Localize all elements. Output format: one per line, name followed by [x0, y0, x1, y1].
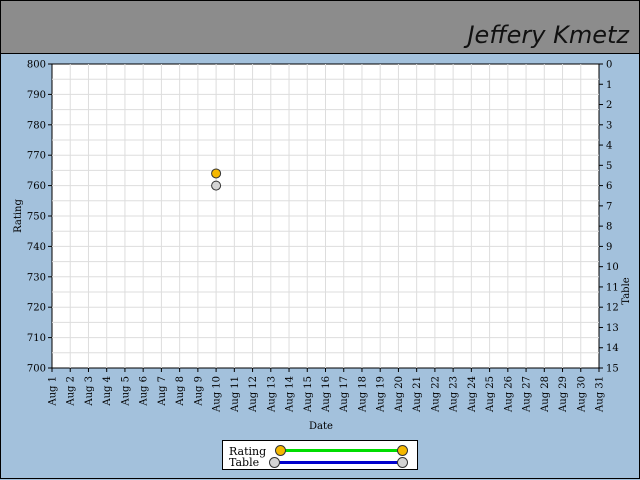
y-left-tick-label: 790 [27, 90, 46, 101]
y-right-tick-label: 9 [606, 242, 612, 253]
x-tick-label: Aug 15 [303, 376, 314, 413]
x-tick-label: Aug 18 [357, 376, 368, 413]
legend-line-table [273, 461, 405, 464]
x-tick-label: Aug 7 [157, 376, 168, 407]
x-tick-label: Aug 1 [48, 376, 59, 407]
x-tick-label: Aug 5 [120, 376, 131, 407]
y-right-tick-label: 11 [606, 282, 619, 293]
y-right-tick-label: 7 [606, 201, 612, 212]
x-tick-label: Aug 26 [503, 376, 514, 413]
y-left-tick-label: 800 [27, 60, 46, 71]
y-left-tick-label: 760 [27, 181, 46, 192]
player-name: Jeffery Kmetz [467, 21, 629, 49]
x-tick-label: Aug 12 [248, 376, 259, 413]
rating-chart: 800790780770760750740730720710700 012345… [13, 60, 632, 433]
x-tick-label: Aug 30 [576, 376, 587, 413]
y-right-axis-title: Table [621, 277, 632, 304]
x-tick-label: Aug 31 [595, 376, 606, 413]
x-axis-title: Date [309, 421, 333, 432]
grid-lines [52, 64, 599, 368]
y-left-axis-title: Rating [13, 199, 24, 233]
y-right-tick-label: 5 [606, 161, 612, 172]
y-left-tick-label: 710 [27, 333, 46, 344]
x-tick-label: Aug 4 [102, 376, 113, 407]
x-tick-label: Aug 27 [522, 376, 533, 413]
y-right-tick-label: 8 [606, 222, 612, 233]
x-tick-label: Aug 19 [376, 376, 387, 413]
legend-marker-rating [275, 445, 286, 456]
legend-marker-table [397, 457, 408, 468]
y-left-tick-label: 720 [27, 303, 46, 314]
y-left-tick-label: 700 [27, 364, 46, 375]
chart-frame: 800 790 780 770 760 750 740 730 720 710 700 012345… [0, 54, 640, 479]
x-tick-label: Aug 11 [230, 376, 241, 413]
right-axis: 0123456789101112131415 [599, 60, 619, 375]
x-tick-label: Aug 17 [339, 376, 350, 413]
legend-marker-table [269, 457, 280, 468]
x-tick-label: Aug 16 [321, 376, 332, 413]
legend-label-table: Table [229, 456, 260, 469]
y-left-tick-label: 750 [27, 212, 46, 223]
y-left-tick-label: 780 [27, 120, 46, 131]
left-axis: 800 790 780 770 760 750 740 730 720 710 700 [27, 60, 52, 375]
header-bar: Jeffery Kmetz [0, 0, 640, 54]
y-left-tick-label: 740 [27, 242, 46, 253]
legend-line-rating [279, 449, 405, 452]
y-right-tick-label: 3 [606, 120, 612, 131]
y-right-tick-label: 4 [606, 141, 612, 152]
legend: Rating Table [222, 440, 418, 470]
y-right-tick-label: 10 [606, 262, 619, 273]
data-point-rating [211, 168, 222, 179]
y-left-tick-label: 730 [27, 272, 46, 283]
x-tick-label: Aug 6 [139, 376, 150, 407]
x-tick-label: Aug 14 [285, 376, 296, 413]
y-right-tick-label: 1 [606, 80, 612, 91]
y-right-tick-label: 2 [606, 100, 612, 111]
x-tick-label: Aug 25 [485, 376, 496, 413]
y-right-tick-label: 6 [606, 181, 612, 192]
x-tick-label: Aug 29 [558, 376, 569, 413]
x-tick-label: Aug 13 [266, 376, 277, 413]
y-right-tick-label: 15 [606, 364, 619, 375]
x-tick-label: Aug 23 [449, 376, 460, 413]
x-tick-label: Aug 21 [412, 376, 423, 413]
x-tick-label: Aug 3 [84, 376, 95, 407]
legend-marker-rating [397, 445, 408, 456]
data-point-table [211, 180, 222, 191]
y-right-tick-label: 13 [606, 323, 619, 334]
x-tick-label: Aug 20 [394, 376, 405, 413]
y-right-tick-label: 0 [606, 60, 612, 71]
y-right-tick-label: 14 [606, 343, 619, 354]
x-tick-label: Aug 8 [175, 376, 186, 407]
x-tick-label: Aug 24 [467, 376, 478, 413]
x-tick-label: Aug 22 [430, 376, 441, 413]
x-tick-label: Aug 28 [540, 376, 551, 413]
x-tick-label: Aug 9 [193, 376, 204, 407]
y-right-tick-label: 12 [606, 303, 619, 314]
y-left-tick-label: 770 [27, 151, 46, 162]
x-axis: Aug 1 Aug 2 Aug 3 Aug 4 Aug 5 Aug 6 Aug 7 Aug 8… [48, 368, 606, 413]
x-tick-label: Aug 10 [212, 376, 223, 413]
x-tick-label: Aug 2 [66, 376, 77, 407]
